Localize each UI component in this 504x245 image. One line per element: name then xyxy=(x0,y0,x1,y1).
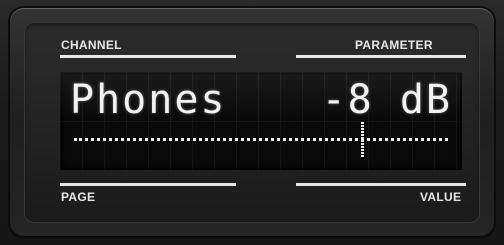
value-label: VALUE xyxy=(420,190,462,204)
device-panel: CHANNEL PARAMETER Phones -8 dB PAGE VALU… xyxy=(0,0,504,245)
value-rule xyxy=(296,183,466,186)
parameter-label: PARAMETER xyxy=(355,38,433,52)
channel-name-readout: Phones xyxy=(70,77,227,123)
channel-label: CHANNEL xyxy=(61,38,122,52)
page-label: PAGE xyxy=(61,190,96,204)
parameter-rule xyxy=(296,55,466,58)
channel-rule xyxy=(60,55,236,58)
lcd-display: Phones -8 dB xyxy=(60,72,462,170)
value-slider-track[interactable] xyxy=(74,138,448,141)
page-rule xyxy=(60,183,236,186)
parameter-value-readout: -8 dB xyxy=(321,77,452,123)
value-slider-thumb[interactable] xyxy=(360,122,364,158)
